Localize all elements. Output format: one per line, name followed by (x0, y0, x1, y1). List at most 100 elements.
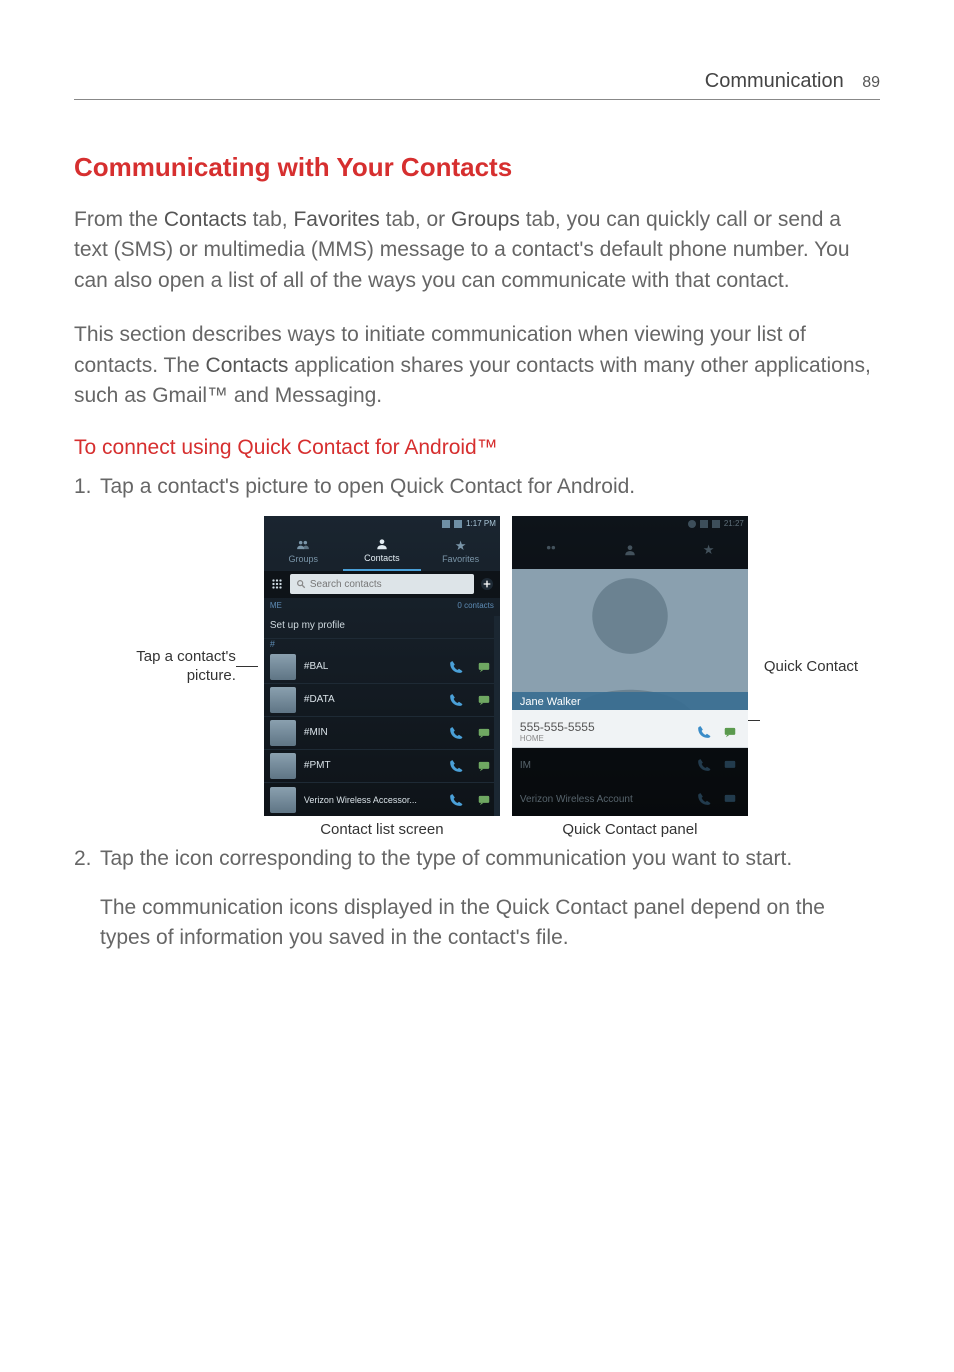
phone-icon (694, 755, 714, 775)
contact-name: #PMT (304, 760, 438, 771)
message-icon[interactable] (474, 723, 494, 743)
caption-contact-list: Contact list screen (264, 821, 500, 838)
message-icon[interactable] (474, 690, 494, 710)
text: From the (74, 208, 164, 231)
person-icon (623, 543, 637, 557)
paragraph-1: From the Contacts tab, Favorites tab, or… (74, 205, 880, 296)
phone-icon[interactable] (446, 690, 466, 710)
groups-icon (544, 543, 558, 557)
dimmed-row: Verizon Wireless Account (512, 782, 748, 816)
header-section-name: Communication (705, 70, 844, 92)
callout-left: Tap a contact's picture. (96, 647, 236, 686)
contact-row[interactable]: #MIN (264, 717, 500, 750)
groups-icon (296, 538, 310, 552)
tab-contacts (591, 531, 670, 569)
tab-groups (512, 531, 591, 569)
signal-icon (442, 520, 450, 528)
dialpad-icon[interactable] (268, 575, 286, 593)
alphabet-scrollbar[interactable] (494, 616, 500, 816)
phone-type: HOME (520, 734, 688, 743)
bold-contacts-2: Contacts (206, 354, 289, 377)
status-time: 21:27 (724, 519, 744, 528)
tab-contacts[interactable]: Contacts (343, 532, 422, 571)
callout-line: picture. (96, 666, 236, 686)
search-placeholder: Search contacts (310, 579, 382, 590)
step-text: Tap the icon corresponding to the type o… (100, 844, 880, 874)
callout-line-connector (748, 720, 760, 721)
text: tab, or (380, 208, 451, 231)
screenshot-quick-contact-panel: 21:27 ★ Jane Walker 555 (512, 516, 748, 816)
contact-avatar[interactable] (270, 687, 296, 713)
person-icon (375, 537, 389, 551)
text: tab, (247, 208, 294, 231)
me-header: ME 0 contacts (264, 598, 500, 614)
phone-icon[interactable] (694, 722, 714, 742)
search-input[interactable]: Search contacts (290, 574, 474, 594)
tab-favorites[interactable]: ★ Favorites (421, 532, 500, 571)
tab-groups[interactable]: Groups (264, 532, 343, 571)
tab-favorites: ★ (669, 531, 748, 569)
contact-avatar[interactable] (270, 654, 296, 680)
phone-number: 555-555-5555 (520, 720, 595, 734)
search-row: Search contacts (264, 571, 500, 598)
step-2-note: The communication icons displayed in the… (74, 893, 880, 954)
status-time: 1:17 PM (466, 519, 496, 528)
contact-avatar[interactable] (270, 753, 296, 779)
signal-icon (700, 520, 708, 528)
message-icon[interactable] (474, 657, 494, 677)
status-bar: 1:17 PM (264, 516, 500, 532)
star-icon: ★ (703, 543, 715, 556)
callout-line-connector (236, 666, 258, 667)
setup-profile-row[interactable]: Set up my profile (264, 613, 500, 638)
add-contact-button[interactable] (478, 575, 496, 593)
row-label: IM (520, 760, 688, 771)
contact-avatar[interactable] (270, 787, 296, 813)
bold-contacts: Contacts (164, 208, 247, 231)
step-number: 2. (74, 844, 100, 874)
callout-line: Tap a contact's (96, 647, 236, 667)
me-label: ME (270, 601, 282, 610)
tab-label: Groups (288, 554, 318, 564)
message-icon[interactable] (474, 790, 494, 810)
phone-icon[interactable] (446, 790, 466, 810)
contact-row[interactable]: #BAL (264, 650, 500, 683)
figure-quick-contact: Tap a contact's picture. 1:17 PM Groups (74, 516, 880, 816)
bold-favorites: Favorites (293, 208, 379, 231)
quick-contact-row: 555-555-5555 HOME (512, 710, 748, 748)
contact-row[interactable]: Verizon Wireless Accessor... (264, 783, 500, 816)
step-2: 2. Tap the icon corresponding to the typ… (74, 844, 880, 874)
status-bar: 21:27 (512, 516, 748, 531)
contact-row[interactable]: #DATA (264, 684, 500, 717)
battery-icon (712, 520, 720, 528)
paragraph-2: This section describes ways to initiate … (74, 320, 880, 411)
phone-icon (694, 789, 714, 809)
step-1: 1. Tap a contact's picture to open Quick… (74, 472, 880, 502)
step-number: 1. (74, 472, 100, 502)
setup-profile-label: Set up my profile (270, 620, 345, 631)
message-icon (720, 755, 740, 775)
section-heading: Communicating with Your Contacts (74, 152, 880, 183)
row-label: Verizon Wireless Account (520, 794, 688, 805)
phone-icon[interactable] (446, 723, 466, 743)
quick-contact-avatar: Jane Walker (512, 569, 748, 710)
contact-row[interactable]: #PMT (264, 750, 500, 783)
phone-icon[interactable] (446, 657, 466, 677)
callout-right: Quick Contact (764, 658, 858, 675)
page-header: Communication 89 (74, 70, 880, 100)
phone-icon[interactable] (446, 756, 466, 776)
battery-icon (454, 520, 462, 528)
bold-groups: Groups (451, 208, 520, 231)
contact-avatar[interactable] (270, 720, 296, 746)
header-page-number: 89 (862, 74, 880, 91)
message-icon[interactable] (720, 722, 740, 742)
tabs-bar: Groups Contacts ★ Favorites (264, 532, 500, 571)
star-icon: ★ (455, 539, 467, 552)
sync-icon (688, 520, 696, 528)
message-icon[interactable] (474, 756, 494, 776)
contact-name: #DATA (304, 694, 438, 705)
tab-label: Favorites (442, 554, 479, 564)
contact-count: 0 contacts (457, 601, 493, 610)
dimmed-row: IM (512, 748, 748, 782)
quick-contact-number: 555-555-5555 HOME (520, 720, 688, 743)
subsection-heading: To connect using Quick Contact for Andro… (74, 436, 880, 460)
